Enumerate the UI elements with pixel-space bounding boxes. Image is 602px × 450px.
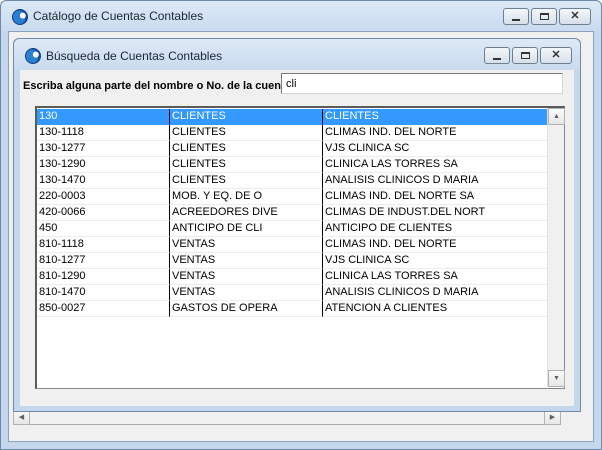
account-code-cell: 130-1290	[37, 157, 170, 173]
account-code-cell: 420-0066	[37, 205, 170, 221]
account-name-cell: VENTAS	[170, 237, 323, 253]
search-dialog-body: Escriba alguna parte del nombre o No. de…	[20, 70, 574, 406]
table-row[interactable]: 810-1277 VENTAS VJS CLINICA SC	[37, 253, 548, 269]
table-row[interactable]: 450 ANTICIPO DE CLI ANTICIPO DE CLIENTES	[37, 221, 548, 237]
minimize-icon	[493, 57, 501, 60]
account-name-cell: ANTICIPO DE CLI	[170, 221, 323, 237]
results-list[interactable]: 130 CLIENTES CLIENTES 130-1118 CLIENTES CLIMA…	[35, 106, 565, 389]
account-description-cell: CLIMAS IND. DEL NORTE SA	[323, 189, 548, 205]
account-description-cell: VJS CLINICA SC	[323, 141, 548, 157]
table-row[interactable]: 130-1118 CLIENTES CLIMAS IND. DEL NORTE	[37, 125, 548, 141]
account-name-cell: CLIENTES	[170, 125, 323, 141]
account-description-cell: CLIMAS IND. DEL NORTE	[323, 237, 548, 253]
table-row[interactable]: 810-1470 VENTAS ANALISIS CLINICOS D MARIA	[37, 285, 548, 301]
account-code-cell: 130-1277	[37, 141, 170, 157]
account-name-cell: ACREEDORES DIVE	[170, 205, 323, 221]
account-description-cell: ANALISIS CLINICOS D MARIA	[323, 285, 548, 301]
search-label: Escriba alguna parte del nombre o No. de…	[23, 80, 291, 92]
account-description-cell: CLIMAS DE INDUST.DEL NORT	[323, 205, 548, 221]
account-description-cell: CLINICA LAS TORRES SA	[323, 269, 548, 285]
scroll-up-button[interactable]: ▲	[548, 108, 565, 125]
dialog-close-button[interactable]: ✕	[540, 47, 572, 64]
account-code-cell: 130-1118	[37, 125, 170, 141]
maximize-icon	[520, 52, 530, 59]
close-icon: ✕	[551, 49, 561, 61]
dialog-window-controls: ✕	[484, 47, 572, 64]
table-row[interactable]: 130-1290 CLIENTES CLINICA LAS TORRES SA	[37, 157, 548, 173]
outer-close-button[interactable]: ✕	[559, 8, 591, 25]
account-code-cell: 130	[37, 109, 170, 125]
search-dialog-titlebar[interactable]: Búsqueda de Cuentas Contables ✕	[14, 39, 580, 70]
maximize-icon	[539, 13, 549, 20]
results-vertical-scrollbar[interactable]: ▲ ▼	[547, 108, 565, 387]
account-name-cell: VENTAS	[170, 253, 323, 269]
close-icon: ✕	[570, 10, 580, 22]
account-code-cell: 130-1470	[37, 173, 170, 189]
outer-titlebar[interactable]: Catálogo de Cuentas Contables ✕	[1, 1, 601, 31]
table-row[interactable]: 220-0003 MOB. Y EQ. DE O CLIMAS IND. DEL N…	[37, 189, 548, 205]
scroll-right-arrow-icon: ▶	[549, 413, 556, 421]
outer-window-controls: ✕	[503, 8, 591, 25]
account-name-cell: CLIENTES	[170, 109, 323, 125]
account-name-cell: VENTAS	[170, 269, 323, 285]
table-row[interactable]: 850-0027 GASTOS DE OPERA ATENCION A CLIENT…	[37, 301, 548, 317]
account-code-cell: 810-1470	[37, 285, 170, 301]
account-name-cell: CLIENTES	[170, 173, 323, 189]
account-description-cell: VJS CLINICA SC	[323, 253, 548, 269]
scroll-down-arrow-icon: ▼	[553, 375, 560, 382]
account-name-cell: VENTAS	[170, 285, 323, 301]
results-rows: 130 CLIENTES CLIENTES 130-1118 CLIENTES CLIMA…	[37, 109, 548, 317]
outer-minimize-button[interactable]	[503, 8, 529, 25]
account-name-cell: GASTOS DE OPERA	[170, 301, 323, 317]
search-input[interactable]	[281, 73, 563, 94]
dialog-minimize-button[interactable]	[484, 47, 510, 64]
account-name-cell: MOB. Y EQ. DE O	[170, 189, 323, 205]
search-dialog-title: Búsqueda de Cuentas Contables	[46, 49, 223, 63]
dialog-maximize-button[interactable]	[512, 47, 538, 64]
account-name-cell: CLIENTES	[170, 157, 323, 173]
table-row[interactable]: 810-1290 VENTAS CLINICA LAS TORRES SA	[37, 269, 548, 285]
account-description-cell: CLIENTES	[323, 109, 548, 125]
table-row[interactable]: 130-1277 CLIENTES VJS CLINICA SC	[37, 141, 548, 157]
account-name-cell: CLIENTES	[170, 141, 323, 157]
account-description-cell: ANTICIPO DE CLIENTES	[323, 221, 548, 237]
account-description-cell: CLIMAS IND. DEL NORTE	[323, 125, 548, 141]
scroll-down-button[interactable]: ▼	[548, 370, 565, 387]
scroll-left-arrow-icon: ◀	[18, 413, 25, 421]
account-description-cell: ATENCION A CLIENTES	[323, 301, 548, 317]
table-row[interactable]: 420-0066 ACREEDORES DIVE CLIMAS DE INDUST.…	[37, 205, 548, 221]
account-code-cell: 810-1290	[37, 269, 170, 285]
table-row[interactable]: 130 CLIENTES CLIENTES	[37, 109, 548, 125]
account-code-cell: 850-0027	[37, 301, 170, 317]
account-code-cell: 220-0003	[37, 189, 170, 205]
outer-maximize-button[interactable]	[531, 8, 557, 25]
account-code-cell: 810-1118	[37, 237, 170, 253]
scroll-up-arrow-icon: ▲	[553, 113, 560, 120]
search-dialog: Búsqueda de Cuentas Contables ✕ Escriba …	[13, 38, 581, 412]
outer-window-title: Catálogo de Cuentas Contables	[33, 9, 204, 23]
app-logo-icon	[12, 9, 28, 25]
account-code-cell: 810-1277	[37, 253, 170, 269]
table-row[interactable]: 810-1118 VENTAS CLIMAS IND. DEL NORTE	[37, 237, 548, 253]
app-logo-icon	[25, 48, 41, 64]
account-description-cell: ANALISIS CLINICOS D MARIA	[323, 173, 548, 189]
account-description-cell: CLINICA LAS TORRES SA	[323, 157, 548, 173]
minimize-icon	[512, 18, 520, 21]
account-code-cell: 450	[37, 221, 170, 237]
table-row[interactable]: 130-1470 CLIENTES ANALISIS CLINICOS D MARI…	[37, 173, 548, 189]
